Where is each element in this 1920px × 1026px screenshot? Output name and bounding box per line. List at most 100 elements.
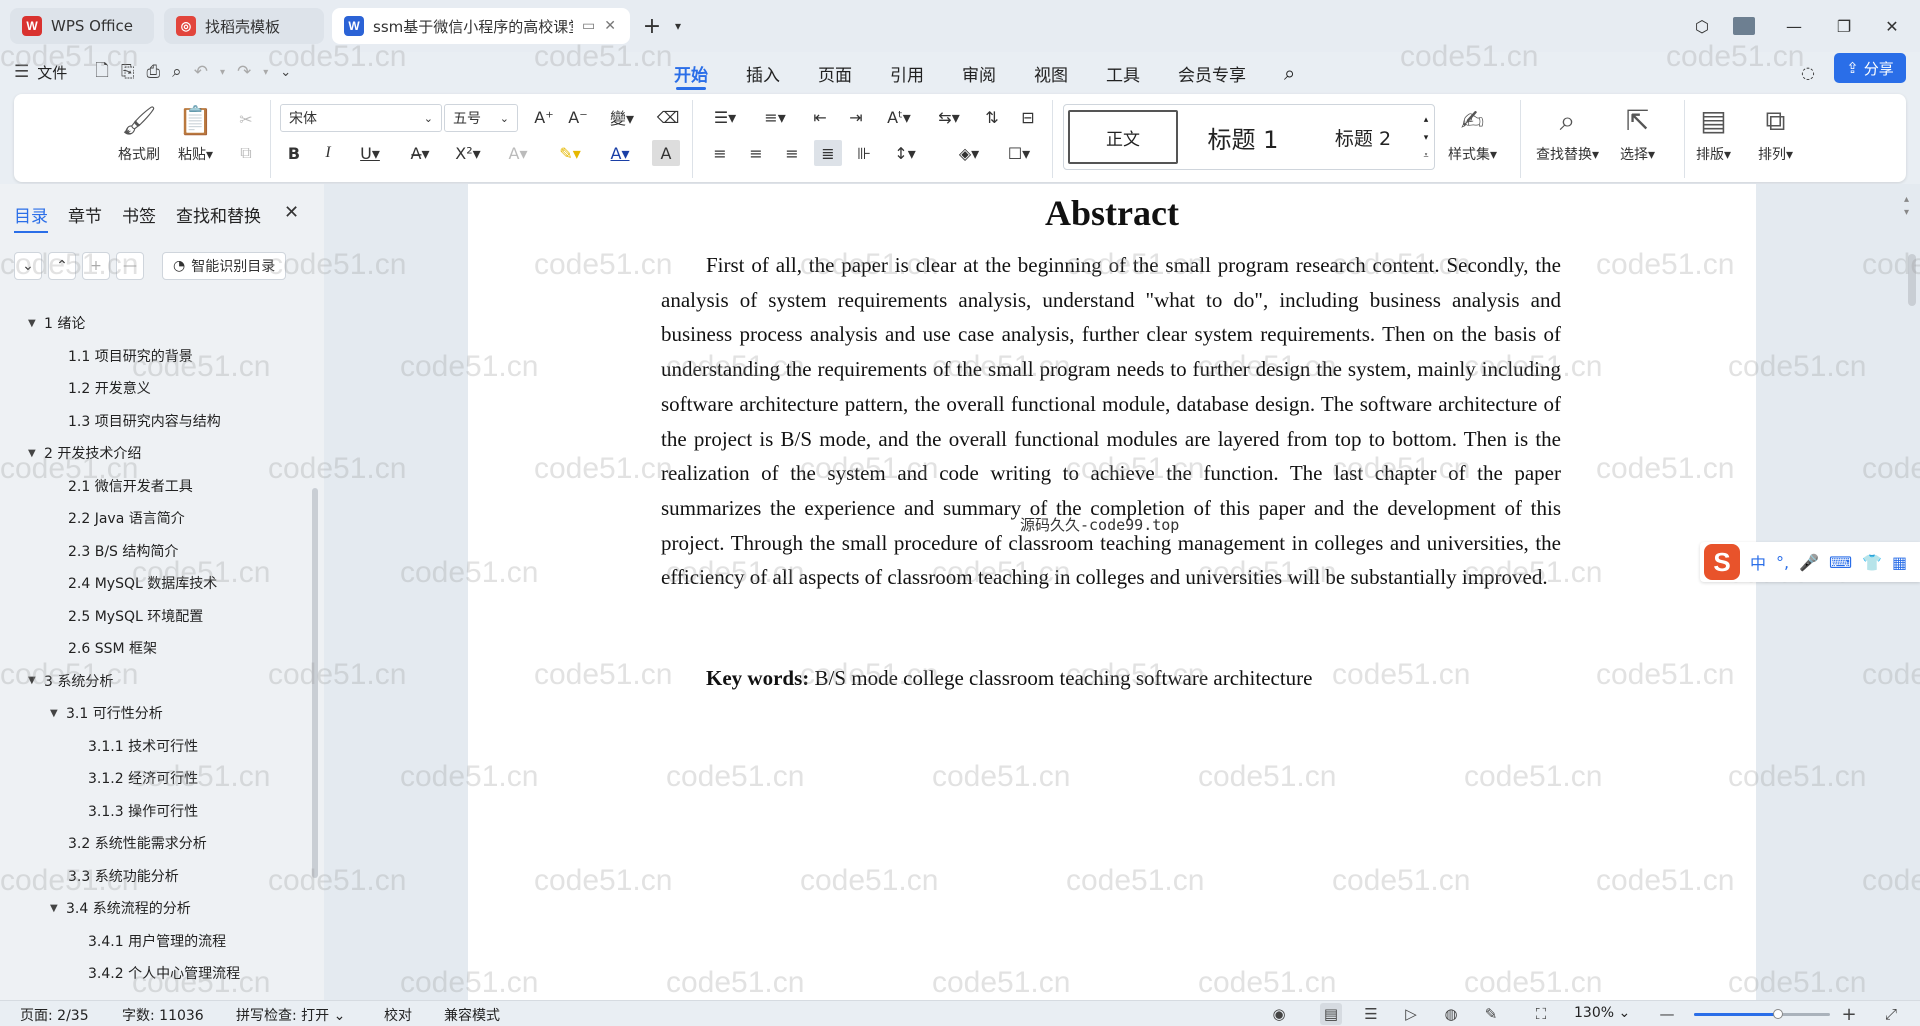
toc-item[interactable]: 1.1 项目研究的背景: [68, 343, 193, 369]
tab-review[interactable]: 审阅: [950, 58, 1008, 88]
font-size-select[interactable]: 五号 ⌄: [444, 104, 518, 132]
tab-docer-templates[interactable]: ◎ 找稻壳模板: [164, 8, 324, 44]
play-icon[interactable]: ▷: [1400, 1003, 1422, 1025]
toc-item[interactable]: ▼ 3.1 可行性分析: [50, 700, 163, 726]
phonetic-guide-icon[interactable]: 變▾: [602, 104, 642, 130]
toc-item[interactable]: 2.4 MySQL 数据库技术: [68, 570, 217, 596]
save-icon[interactable]: 🗋: [95, 58, 109, 87]
nav-scrollbar[interactable]: [312, 488, 318, 878]
highlight-icon[interactable]: ✎▾: [550, 140, 590, 166]
style-normal[interactable]: 正文: [1068, 110, 1178, 164]
toc-item[interactable]: ▼ 2 开发技术介绍: [28, 440, 141, 466]
zoom-in-icon[interactable]: +: [1838, 1003, 1860, 1025]
toc-item[interactable]: 3.1.1 技术可行性: [88, 733, 198, 759]
toolbox-icon[interactable]: ▦: [1892, 553, 1907, 572]
eye-icon[interactable]: ◉: [1268, 1003, 1290, 1025]
ime-punct-toggle[interactable]: °,: [1776, 553, 1789, 572]
collapse-arrow-icon[interactable]: ▼: [28, 448, 44, 459]
toc-item[interactable]: 1.2 开发意义: [68, 375, 151, 401]
italic-icon[interactable]: I: [314, 140, 342, 166]
toc-item[interactable]: 2.6 SSM 框架: [68, 635, 157, 661]
increase-indent-icon[interactable]: ⇥: [842, 104, 870, 130]
collapse-all-icon[interactable]: ⌃: [48, 252, 76, 280]
tab-page[interactable]: 页面: [806, 58, 864, 88]
tab-home[interactable]: 开始: [662, 58, 720, 90]
page-view-icon[interactable]: ▤: [1320, 1003, 1342, 1025]
distribute-icon[interactable]: ⊪: [850, 140, 878, 166]
proofread-button[interactable]: 校对: [384, 1005, 412, 1025]
bullets-icon[interactable]: ☰▾: [706, 104, 744, 130]
toc-item[interactable]: ▼ 1 绪论: [28, 310, 85, 336]
print-preview-icon[interactable]: ⌕: [172, 62, 182, 82]
document-page[interactable]: Abstract First of all, the paper is clea…: [468, 184, 1756, 1000]
tab-list-chevron-icon[interactable]: ▾: [664, 12, 692, 40]
underline-icon[interactable]: U▾: [350, 140, 390, 166]
toc-item[interactable]: 2.2 Java 语言简介: [68, 505, 185, 531]
cube-icon[interactable]: ⬡: [1688, 12, 1716, 40]
file-menu[interactable]: 文件: [37, 62, 67, 83]
collapse-arrow-icon[interactable]: ▼: [50, 708, 66, 719]
style-set-button[interactable]: ✍ 样式集▾: [1448, 104, 1497, 164]
skin-icon[interactable]: 👕: [1862, 553, 1882, 572]
cut-icon[interactable]: ✂: [232, 106, 260, 132]
decrease-indent-icon[interactable]: ⇤: [806, 104, 834, 130]
undo-dropdown-icon[interactable]: ▾: [220, 67, 225, 78]
increase-font-icon[interactable]: A⁺: [530, 104, 558, 130]
paragraph-shading-icon[interactable]: ◈▾: [950, 140, 988, 166]
web-view-icon[interactable]: ◍: [1440, 1003, 1462, 1025]
paste-button[interactable]: 📋 粘贴▾: [178, 104, 213, 164]
close-tab-icon[interactable]: ✕: [604, 18, 616, 34]
collapse-arrow-icon[interactable]: ▼: [50, 903, 66, 914]
toc-item[interactable]: 3.2 系统性能需求分析: [68, 830, 207, 856]
numbering-icon[interactable]: ≡▾: [756, 104, 794, 130]
tab-document[interactable]: W ssm基于微信小程序的高校课堂 ▭ ✕: [332, 8, 630, 44]
layout-button[interactable]: ▤ 排版▾: [1696, 104, 1731, 164]
font-color-icon[interactable]: A▾: [600, 140, 640, 166]
collapse-arrow-icon[interactable]: ▼: [28, 675, 44, 686]
print-icon[interactable]: ⎙: [147, 62, 161, 82]
redo-icon[interactable]: ↷: [237, 62, 251, 82]
word-count[interactable]: 字数: 11036: [122, 1005, 204, 1025]
nav-tab-sections[interactable]: 章节: [68, 202, 102, 233]
format-painter-button[interactable]: 🖌 格式刷: [118, 104, 160, 164]
close-window-icon[interactable]: ✕: [1878, 12, 1906, 40]
new-tab-plus-icon[interactable]: +: [638, 12, 666, 40]
sogou-logo-icon[interactable]: S: [1704, 544, 1740, 580]
show-marks-icon[interactable]: ⊟: [1014, 104, 1042, 130]
toc-item[interactable]: 3.4.3 登录流程: [88, 993, 184, 999]
expand-all-icon[interactable]: ⌄: [14, 252, 42, 280]
clear-format-icon[interactable]: ⌫: [654, 104, 682, 130]
remove-heading-icon[interactable]: —: [116, 252, 144, 280]
toc-item[interactable]: 2.5 MySQL 环境配置: [68, 603, 203, 629]
chat-icon[interactable]: ◌: [1794, 58, 1822, 86]
spell-check-status[interactable]: 拼写检查: 打开 ⌄: [236, 1005, 345, 1025]
hamburger-menu-icon[interactable]: ☰: [14, 62, 29, 82]
font-name-select[interactable]: 宋体 ⌄: [280, 104, 442, 132]
toc-item[interactable]: 3.3 系统功能分析: [68, 863, 179, 889]
toc-item[interactable]: ▼ 3.4 系统流程的分析: [50, 895, 191, 921]
strikethrough-icon[interactable]: A̶▾: [400, 140, 440, 166]
zoom-level[interactable]: 130% ⌄: [1574, 1005, 1630, 1021]
superscript-icon[interactable]: X²▾: [448, 140, 488, 166]
add-heading-icon[interactable]: +: [82, 252, 110, 280]
align-left-icon[interactable]: ≡: [706, 140, 734, 166]
collapse-arrow-icon[interactable]: ▼: [28, 318, 44, 329]
nav-tab-find-replace[interactable]: 查找和替换: [176, 202, 261, 233]
restore-icon[interactable]: ❐: [1830, 12, 1858, 40]
ime-lang-toggle[interactable]: 中: [1750, 550, 1766, 574]
toc-item[interactable]: 3.4.2 个人中心管理流程: [88, 960, 240, 986]
undo-icon[interactable]: ↶: [194, 62, 208, 82]
sort-icon[interactable]: ⇅: [978, 104, 1006, 130]
close-pane-icon[interactable]: ✕: [284, 202, 299, 223]
tab-insert[interactable]: 插入: [734, 58, 792, 88]
select-button[interactable]: ⇱ 选择▾: [1620, 104, 1655, 164]
tab-tools[interactable]: 工具: [1094, 58, 1152, 88]
fit-page-icon[interactable]: ⛶: [1530, 1003, 1552, 1025]
tab-view[interactable]: 视图: [1022, 58, 1080, 88]
align-right-icon[interactable]: ≡: [778, 140, 806, 166]
arrange-button[interactable]: ⧉ 排列▾: [1758, 104, 1793, 164]
copy-icon[interactable]: ⧉: [232, 140, 260, 166]
style-more-icon[interactable]: ⩡: [1418, 147, 1434, 165]
toc-item[interactable]: 1.3 项目研究内容与结构: [68, 408, 221, 434]
style-heading-2[interactable]: 标题 2: [1308, 110, 1418, 164]
